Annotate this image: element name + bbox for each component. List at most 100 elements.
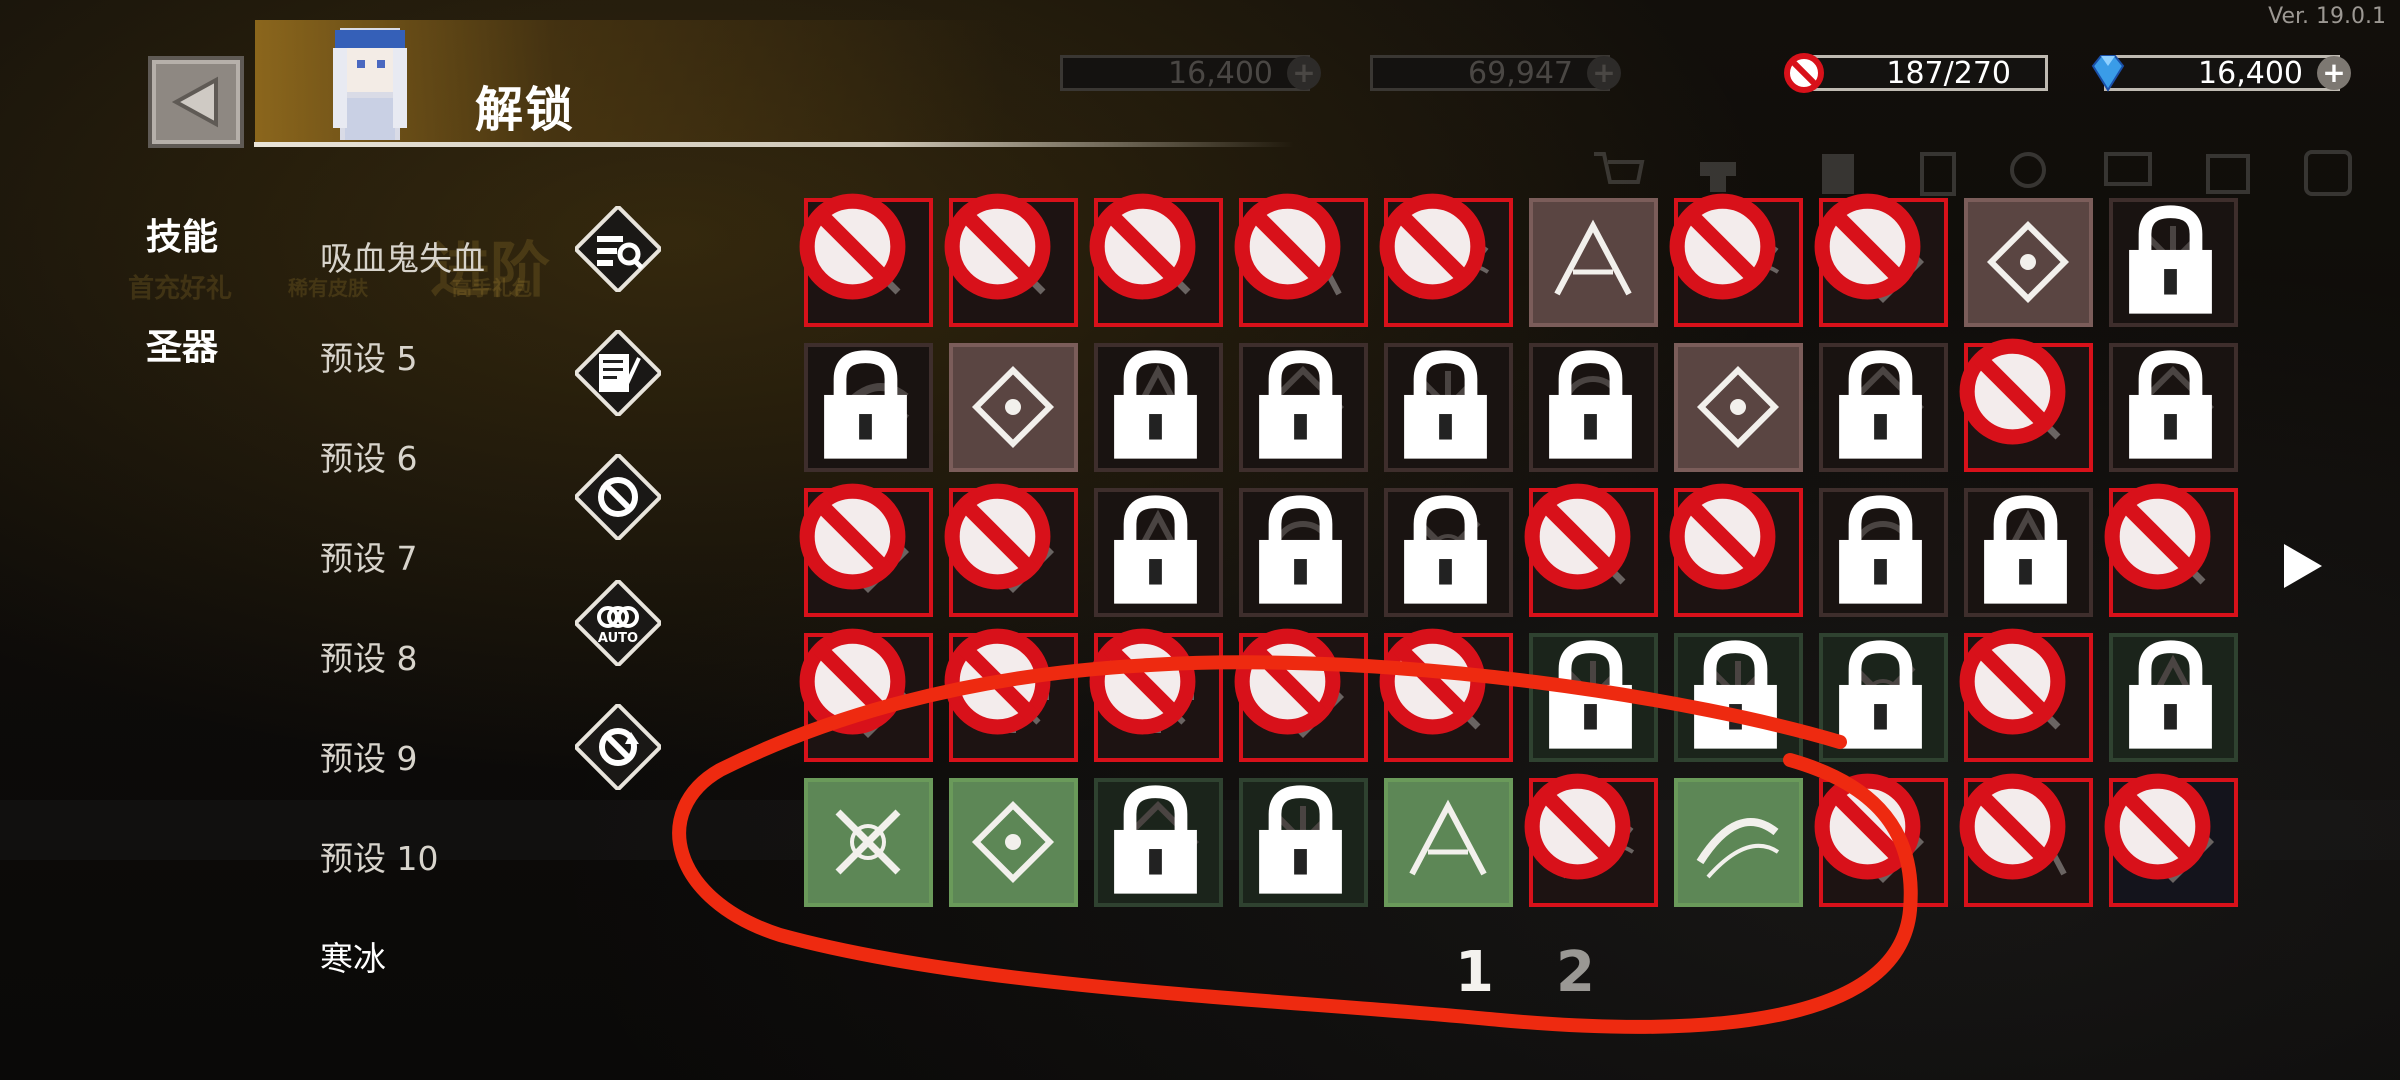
skill-cell-arrow-up[interactable] bbox=[1379, 193, 1513, 327]
skill-cell-zigzag[interactable] bbox=[1669, 483, 1803, 617]
skill-cell-thin-slash[interactable] bbox=[1814, 773, 1948, 907]
skill-cell-droplet[interactable] bbox=[1959, 773, 2093, 907]
skill-cell-slash-streak[interactable] bbox=[1239, 488, 1368, 617]
skill-cell-ring-orbit[interactable] bbox=[799, 483, 933, 617]
skill-cell-sparkle-burst[interactable] bbox=[1234, 193, 1368, 327]
skill-cell-crescent-spin[interactable] bbox=[2109, 633, 2238, 762]
skill-cell-hammer-line[interactable] bbox=[1819, 633, 1948, 762]
lock-icon bbox=[1839, 640, 1922, 749]
skill-cell-wind-slash[interactable] bbox=[949, 343, 1078, 472]
ban-icon bbox=[2104, 483, 2211, 590]
category-relics[interactable]: 圣器 bbox=[146, 318, 218, 370]
preset-6[interactable]: 预设 6 bbox=[320, 432, 418, 480]
skill-cell-skull[interactable] bbox=[1379, 628, 1513, 762]
skill-cell-fist[interactable] bbox=[2109, 343, 2238, 472]
calendar-icon[interactable] bbox=[2200, 148, 2256, 198]
ban-icon bbox=[944, 483, 1051, 590]
ban-icon bbox=[1669, 193, 1776, 300]
skill-cell-vortex[interactable] bbox=[1529, 343, 1658, 472]
back-button[interactable] bbox=[148, 56, 244, 148]
plus-icon: + bbox=[1587, 56, 1621, 90]
skill-cell-crystal-shard[interactable] bbox=[1384, 778, 1513, 907]
skill-cell-target-orb[interactable] bbox=[1674, 343, 1803, 472]
skill-cell-claw-marks[interactable] bbox=[944, 483, 1078, 617]
lock-icon bbox=[1984, 495, 2067, 604]
preset-10[interactable]: 预设 10 bbox=[320, 832, 438, 880]
back-arrow-icon bbox=[171, 76, 218, 128]
skill-cell-ice-sword[interactable] bbox=[1384, 343, 1513, 472]
shop-cart-icon[interactable] bbox=[1590, 148, 1646, 198]
skill-cell-crescent[interactable] bbox=[804, 343, 933, 472]
skill-cell-slash-swirl[interactable] bbox=[799, 193, 933, 327]
search-filter-icon[interactable] bbox=[575, 206, 661, 292]
character-icon[interactable] bbox=[2000, 148, 2056, 198]
skill-cell-shuriken[interactable] bbox=[1524, 773, 1658, 907]
skill-cell-feather[interactable] bbox=[1094, 343, 1223, 472]
skill-cell-thorn-vine[interactable] bbox=[1819, 343, 1948, 472]
lock-icon bbox=[1114, 350, 1197, 459]
lock-icon bbox=[1114, 785, 1197, 894]
skill-cell-cross-slash[interactable] bbox=[1524, 483, 1658, 617]
lock-icon bbox=[1404, 495, 1487, 604]
skill-cell-wing-skull[interactable] bbox=[949, 778, 1078, 907]
preset-frost[interactable]: 寒冰 bbox=[320, 932, 386, 980]
refresh-ban-icon[interactable] bbox=[575, 704, 661, 790]
preset-9[interactable]: 预设 9 bbox=[320, 732, 418, 780]
skill-cell-spark-dark[interactable] bbox=[1094, 778, 1223, 907]
preset-7[interactable]: 预设 7 bbox=[320, 532, 418, 580]
ban-icon bbox=[1089, 628, 1196, 735]
crystal-shard-icon bbox=[1409, 799, 1487, 876]
skill-cell-flask[interactable] bbox=[1959, 628, 2093, 762]
category-skills[interactable]: 技能 bbox=[146, 208, 218, 260]
skill-cell-biohazard[interactable] bbox=[2109, 198, 2238, 327]
skill-cell-smoke-cloud[interactable] bbox=[1959, 338, 2093, 472]
skill-cell-spear[interactable] bbox=[1384, 488, 1513, 617]
ban-icon bbox=[1784, 53, 1824, 93]
page-number-2[interactable]: 2 bbox=[1556, 940, 1595, 1005]
skill-cell-flame-burst[interactable] bbox=[1089, 193, 1223, 327]
arrow-rain-icon bbox=[1986, 220, 2070, 304]
next-page-arrow-icon[interactable] bbox=[2280, 540, 2326, 592]
add-gems-button[interactable]: + bbox=[2317, 56, 2351, 90]
ban-toggle-icon[interactable] bbox=[575, 454, 661, 540]
skill-cell-snowflake-orb[interactable] bbox=[1529, 198, 1658, 327]
ban-icon bbox=[1814, 193, 1921, 300]
gear-orb-icon bbox=[1696, 818, 1780, 879]
skill-cell-blade-swipe[interactable] bbox=[944, 193, 1078, 327]
preset-vampire-bleed[interactable]: 吸血鬼失血 bbox=[320, 232, 485, 280]
ban-icon bbox=[1959, 628, 2066, 735]
skill-cell-meteor[interactable] bbox=[1819, 488, 1948, 617]
skill-cell-arrow-rain[interactable] bbox=[1964, 198, 2093, 327]
lock-icon bbox=[1549, 350, 1632, 459]
menu-icon[interactable] bbox=[2300, 148, 2356, 198]
skill-cell-bat[interactable] bbox=[944, 628, 1078, 762]
preset-5[interactable]: 预设 5 bbox=[320, 332, 418, 380]
lock-icon bbox=[2129, 350, 2212, 459]
ban-icon bbox=[799, 483, 906, 590]
skill-cell-grass-burst[interactable] bbox=[2104, 483, 2238, 617]
skill-cell-lightning-orb[interactable] bbox=[1094, 488, 1223, 617]
skill-cell-lightning[interactable] bbox=[1089, 628, 1223, 762]
page-number-1[interactable]: 1 bbox=[1455, 940, 1494, 1005]
skill-cell-biohazard[interactable] bbox=[1674, 633, 1803, 762]
skill-cell-explosion[interactable] bbox=[1529, 633, 1658, 762]
auto-label: AUTO bbox=[598, 631, 638, 646]
auto-rings-icon[interactable]: AUTO bbox=[575, 580, 661, 666]
skill-cell-cross-star[interactable] bbox=[1239, 343, 1368, 472]
ban-icon bbox=[1234, 193, 1341, 300]
page-title: 解锁 bbox=[475, 82, 576, 138]
wing-skull-icon bbox=[971, 800, 1055, 884]
skill-cell-gear-orb[interactable] bbox=[1674, 778, 1803, 907]
skill-cell-ground-spikes[interactable] bbox=[1964, 488, 2093, 617]
skill-cell-hand[interactable] bbox=[1234, 628, 1368, 762]
chat-icon[interactable] bbox=[2100, 148, 2156, 198]
preset-8[interactable]: 预设 8 bbox=[320, 632, 418, 680]
skill-cell-hex-shield[interactable] bbox=[2104, 773, 2238, 907]
skill-cell-holy-swords[interactable] bbox=[804, 778, 933, 907]
skill-grid bbox=[799, 193, 2244, 918]
skill-cell-thorn-ring[interactable] bbox=[1814, 193, 1948, 327]
skill-cell-wave[interactable] bbox=[799, 628, 933, 762]
skill-cell-dots-dark[interactable] bbox=[1239, 778, 1368, 907]
skill-cell-fire-orb[interactable] bbox=[1669, 193, 1803, 327]
scroll-list-icon[interactable] bbox=[575, 330, 661, 416]
